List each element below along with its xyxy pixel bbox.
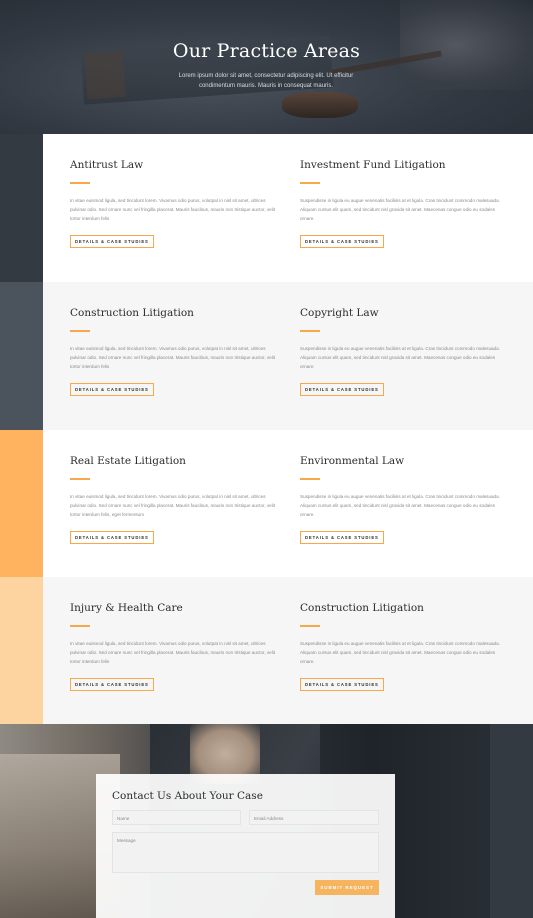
accent-divider <box>300 625 320 627</box>
page-title: Our Practice Areas <box>172 40 361 62</box>
practice-title: Real Estate Litigation <box>70 455 186 467</box>
email-field[interactable]: Email Address <box>249 810 379 825</box>
practice-card: Construction Litigation In vitae euismod… <box>70 306 280 396</box>
message-field[interactable]: Message <box>112 832 379 873</box>
side-strip-dark-bottom <box>490 724 533 918</box>
practice-description: Suspendisse in ligula eu augue venenatis… <box>300 197 500 221</box>
practice-title: Environmental Law <box>300 455 405 467</box>
accent-divider <box>300 182 320 184</box>
hero-banner: Our Practice Areas Lorem ipsum dolor sit… <box>0 0 533 134</box>
contact-form: Contact Us About Your Case Name Email Ad… <box>96 774 395 918</box>
practice-row-3: Real Estate Litigation In vitae euismod … <box>43 430 533 578</box>
details-case-studies-button[interactable]: DETAILS & CASE STUDIES <box>70 383 154 396</box>
practice-description: Suspendisse in ligula eu augue venenatis… <box>300 493 500 517</box>
details-case-studies-button[interactable]: DETAILS & CASE STUDIES <box>300 678 384 691</box>
side-strip-peach <box>0 577 43 724</box>
hero-gavel-image <box>282 92 358 118</box>
practice-title: Copyright Law <box>300 307 379 319</box>
practice-row-1: Antitrust Law In vitae euismod ligula, s… <box>43 134 533 282</box>
side-strip-dark <box>0 134 43 282</box>
details-case-studies-button[interactable]: DETAILS & CASE STUDIES <box>70 678 154 691</box>
accent-divider <box>70 478 90 480</box>
details-case-studies-button[interactable]: DETAILS & CASE STUDIES <box>70 235 154 248</box>
practice-title: Antitrust Law <box>70 159 144 171</box>
practice-card: Environmental Law Suspendisse in ligula … <box>300 454 510 544</box>
accent-divider <box>300 330 320 332</box>
practice-card: Injury & Health Care In vitae euismod li… <box>70 601 280 691</box>
side-strip-orange <box>0 430 43 577</box>
practice-title: Investment Fund Litigation <box>300 159 446 171</box>
practice-title: Construction Litigation <box>300 602 424 614</box>
accent-divider <box>70 330 90 332</box>
accent-divider <box>300 478 320 480</box>
details-case-studies-button[interactable]: DETAILS & CASE STUDIES <box>300 531 384 544</box>
details-case-studies-button[interactable]: DETAILS & CASE STUDIES <box>300 383 384 396</box>
practice-description: In vitae euismod ligula, sed tincidunt l… <box>70 493 276 517</box>
practice-description: In vitae euismod ligula, sed tincidunt l… <box>70 345 276 369</box>
practice-row-4: Injury & Health Care In vitae euismod li… <box>43 577 533 724</box>
accent-divider <box>70 182 90 184</box>
accent-divider <box>70 625 90 627</box>
contact-title: Contact Us About Your Case <box>112 790 263 802</box>
details-case-studies-button[interactable]: DETAILS & CASE STUDIES <box>300 235 384 248</box>
practice-title: Construction Litigation <box>70 307 194 319</box>
practice-card: Investment Fund Litigation Suspendisse i… <box>300 158 510 248</box>
practice-card: Antitrust Law In vitae euismod ligula, s… <box>70 158 280 248</box>
name-field[interactable]: Name <box>112 810 241 825</box>
side-strip-slate <box>0 282 43 430</box>
practice-title: Injury & Health Care <box>70 602 183 614</box>
practice-card: Copyright Law Suspendisse in ligula eu a… <box>300 306 510 396</box>
hero-subtitle: Lorem ipsum dolor sit amet, consectetur … <box>178 73 354 89</box>
submit-request-button[interactable]: SUBMIT REQUEST <box>315 880 379 895</box>
practice-row-2: Construction Litigation In vitae euismod… <box>43 282 533 430</box>
details-case-studies-button[interactable]: DETAILS & CASE STUDIES <box>70 531 154 544</box>
practice-description: In vitae euismod ligula, sed tincidunt l… <box>70 197 276 221</box>
practice-description: Suspendisse in ligula eu augue venenatis… <box>300 640 500 664</box>
practice-description: In vitae euismod ligula, sed tincidunt l… <box>70 640 276 664</box>
practice-card: Construction Litigation Suspendisse in l… <box>300 601 510 691</box>
practice-description: Suspendisse in ligula eu augue venenatis… <box>300 345 500 369</box>
practice-card: Real Estate Litigation In vitae euismod … <box>70 454 280 544</box>
